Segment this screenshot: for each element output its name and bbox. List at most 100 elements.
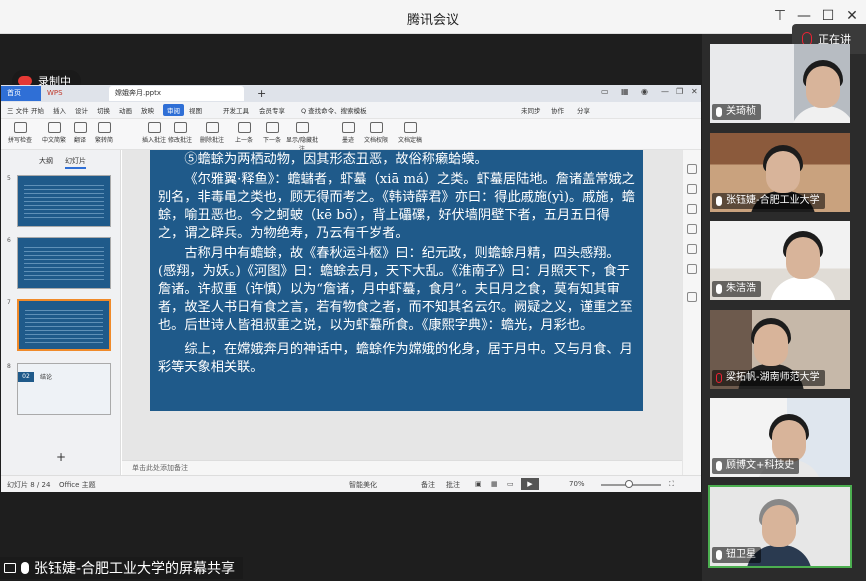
menu-item[interactable]: 会员专享	[259, 105, 285, 115]
play-icon[interactable]: ▶	[521, 478, 539, 490]
slide[interactable]: ⑤蟾蜍为两栖动物，因其形态丑恶，故俗称癞蛤蟆。 《尔雅翼·释鱼》：蟾蠩者，虾蟇（x…	[150, 150, 643, 411]
share-icon[interactable]	[687, 264, 697, 274]
participant-face	[772, 420, 806, 462]
maximize-icon[interactable]: ☐	[818, 6, 838, 26]
slide-canvas[interactable]: ⑤蟾蜍为两栖动物，因其形态丑恶，故俗称癞蛤蟆。 《尔雅翼·释鱼》：蟾蠩者，虾蟇（x…	[122, 150, 682, 460]
reading-view-icon[interactable]: ▭	[507, 480, 514, 488]
zoom-slider-knob[interactable]	[625, 480, 633, 488]
layout-icon[interactable]: ▭	[601, 87, 609, 96]
wps-minimize-icon[interactable]: —	[661, 87, 669, 96]
menu-item[interactable]: 开始	[31, 105, 44, 115]
menu-item[interactable]: 审阅	[163, 104, 184, 116]
toolbar-button[interactable]: 下一条	[255, 122, 289, 144]
participant-tile[interactable]: 张钰婕-合肥工业大学	[710, 133, 850, 212]
minimize-icon[interactable]: —	[794, 6, 814, 26]
app-title: 腾讯会议	[406, 13, 459, 28]
toolbar-icon	[173, 122, 187, 133]
help-icon[interactable]	[687, 244, 697, 254]
toolbar-label: 拼写检查	[7, 137, 32, 144]
menu-item[interactable]: Q 查找命令、搜索模板	[301, 105, 367, 115]
beautify-button[interactable]: 智能美化	[349, 480, 377, 490]
avatar[interactable]: ◉	[641, 87, 648, 96]
toolbar-button[interactable]: 删除批注	[195, 122, 229, 144]
notes-button[interactable]: 备注	[421, 480, 435, 490]
toolbar-button[interactable]: 繁转简	[87, 122, 121, 144]
participant-name-tag: 朱洁浩	[712, 281, 761, 297]
toolbar-label: 文档权限	[363, 137, 388, 144]
fit-icon[interactable]: ⛶	[669, 480, 674, 489]
toolbar-icon	[237, 122, 251, 133]
wps-restore-icon[interactable]: ❐	[676, 87, 683, 96]
wps-review-toolbar: 拼写检查中文简繁翻译繁转简插入批注修改批注删除批注上一条下一条显示/隐藏批注墨迹…	[1, 119, 701, 153]
settings-icon[interactable]	[687, 164, 697, 174]
add-slide-button[interactable]: +	[56, 450, 66, 464]
toolbar-label: 删除批注	[199, 137, 224, 144]
screen-share-icon	[4, 563, 16, 573]
toolbar-icon	[47, 122, 61, 133]
slide-thumbnail[interactable]	[17, 237, 111, 289]
tab-outline[interactable]: 大纲	[39, 156, 53, 166]
style-icon[interactable]	[687, 204, 697, 214]
menu-item[interactable]: 三 文件	[7, 105, 29, 115]
participant-tile[interactable]: 梁拓帆-湖南师范大学	[710, 310, 850, 389]
toolbar-icon	[403, 122, 417, 133]
toolbar-icon	[341, 122, 355, 133]
participant-tile[interactable]: 朱洁浩	[710, 221, 850, 300]
participant-tile[interactable]: 关琦桢	[710, 44, 850, 123]
close-icon[interactable]: ✕	[842, 6, 862, 26]
sorter-view-icon[interactable]: ▦	[491, 480, 498, 488]
thumb-number: 6	[7, 237, 11, 244]
menu-item[interactable]: 动画	[119, 105, 132, 115]
slide-thumbnail[interactable]	[17, 175, 111, 227]
toolbar-icon	[295, 122, 309, 133]
mic-icon	[716, 196, 722, 206]
tab-document[interactable]: 嫦娥奔月.pptx	[109, 86, 244, 101]
menu-item[interactable]: 开发工具	[223, 105, 249, 115]
participant-name: 顾博文+科技史	[726, 460, 795, 471]
toolbar-icon	[147, 122, 161, 133]
more-icon[interactable]	[687, 292, 697, 302]
menu-item[interactable]: 分享	[577, 105, 590, 115]
menu-item[interactable]: 设计	[75, 105, 88, 115]
mic-icon	[716, 550, 722, 560]
wps-close-icon[interactable]: ✕	[691, 87, 698, 96]
participant-tile[interactable]: 顾博文+科技史	[710, 398, 850, 477]
toolbar-button[interactable]: 文档定稿	[393, 122, 427, 144]
menu-item[interactable]: 视图	[189, 105, 202, 115]
menu-item[interactable]: 未同步	[521, 105, 541, 115]
menu-item[interactable]: 插入	[53, 105, 66, 115]
participant-name-tag: 梁拓帆-湖南师范大学	[712, 370, 825, 386]
screen-share-label: 张钰婕-合肥工业大学的屏幕共享	[0, 557, 244, 579]
zoom-level: 70%	[569, 480, 585, 488]
participant-tile[interactable]: 钮卫星	[708, 485, 852, 568]
status-bar: 幻灯片 8 / 24 Office 主题 智能美化 备注 批注 ▣ ▦ ▭ ▶ …	[1, 475, 701, 492]
section-badge: 02	[18, 372, 34, 382]
menu-item[interactable]: 切换	[97, 105, 110, 115]
toolbar-icon	[97, 122, 111, 133]
toolbar-button[interactable]: 显示/隐藏批注	[285, 122, 319, 153]
participant-name: 关琦桢	[726, 106, 756, 117]
tab-home[interactable]: 首页	[1, 86, 41, 101]
slide-thumbnail[interactable]: 02 结论	[17, 363, 111, 415]
tab-wps[interactable]: WPS	[41, 86, 96, 101]
toolbar-button[interactable]: 拼写检查	[3, 122, 37, 144]
participant-face	[806, 66, 840, 108]
pin-icon[interactable]: ⊤	[770, 6, 790, 26]
slide-thumbnail-selected[interactable]	[17, 299, 111, 351]
grid-icon[interactable]: ▦	[621, 87, 629, 96]
notes-area[interactable]: 单击此处添加备注	[122, 460, 682, 475]
toolbar-button[interactable]: 修改批注	[163, 122, 197, 144]
slide-paragraph: 《尔雅翼·释鱼》：蟾蠩者，虾蟇（xiā má）之类。虾蟇居陆地。詹诸盖常娥之别名…	[158, 172, 635, 241]
participant-name-tag: 关琦桢	[712, 104, 761, 120]
tab-slides[interactable]: 幻灯片	[65, 156, 86, 169]
thumb-number: 5	[7, 175, 11, 182]
normal-view-icon[interactable]: ▣	[475, 480, 482, 488]
new-tab-button[interactable]: +	[251, 86, 266, 101]
toolbar-button[interactable]: 文档权限	[359, 122, 393, 144]
menu-item[interactable]: 放映	[141, 105, 154, 115]
toolbar-label: 文档定稿	[397, 137, 422, 144]
animation-icon[interactable]	[687, 184, 697, 194]
menu-item[interactable]: 协作	[551, 105, 564, 115]
comments-button[interactable]: 批注	[446, 480, 460, 490]
layout-icon[interactable]	[687, 224, 697, 234]
